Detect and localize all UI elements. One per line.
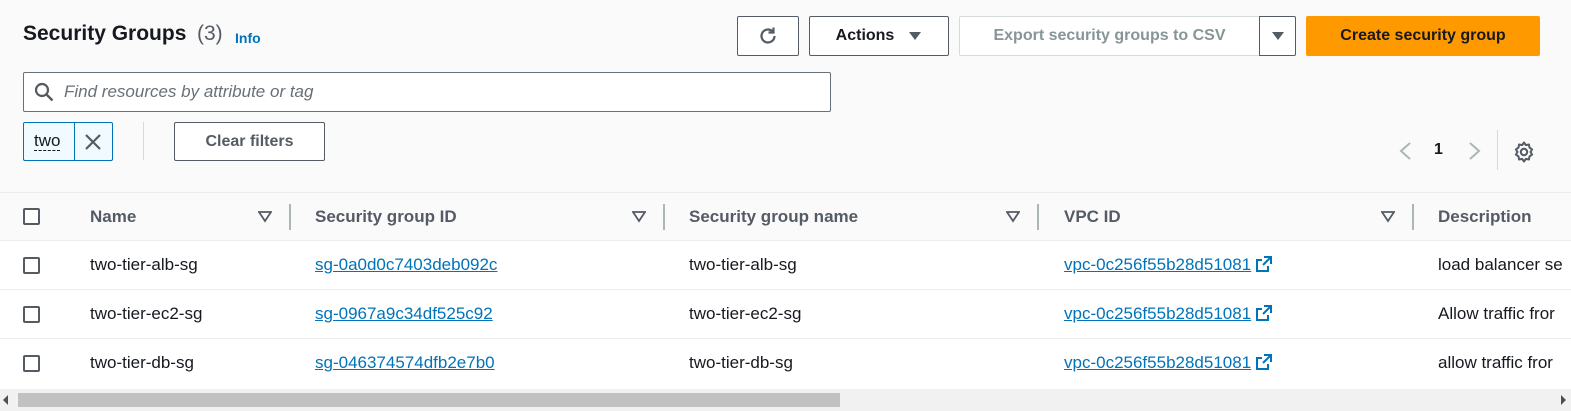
cell-group-name: two-tier-db-sg	[689, 353, 793, 372]
table-header: Name Security group ID Security group na…	[0, 193, 1571, 241]
cell-group-id-link[interactable]: sg-0a0d0c7403deb092c	[315, 255, 497, 275]
clear-filters-button[interactable]: Clear filters	[174, 122, 325, 161]
column-header-group-name[interactable]: Security group name	[689, 207, 858, 227]
table-row[interactable]: two-tier-db-sg sg-046374574dfb2e7b0 two-…	[0, 339, 1571, 388]
table-row[interactable]: two-tier-ec2-sg sg-0967a9c34df525c92 two…	[0, 290, 1571, 339]
horizontal-scrollbar[interactable]	[0, 389, 1571, 411]
cell-group-id-link[interactable]: sg-0967a9c34df525c92	[315, 304, 493, 324]
chevron-right-icon[interactable]	[1464, 140, 1484, 162]
scroll-right-arrow[interactable]	[1561, 395, 1566, 405]
cell-description: allow traffic fror	[1438, 353, 1553, 372]
table-row[interactable]: two-tier-alb-sg sg-0a0d0c7403deb092c two…	[0, 241, 1571, 290]
external-link-icon[interactable]	[1255, 304, 1273, 322]
item-count: (3)	[197, 22, 223, 45]
external-link-icon[interactable]	[1255, 353, 1273, 371]
search-icon	[34, 82, 54, 102]
scrollbar-thumb[interactable]	[18, 393, 840, 407]
cell-group-name: two-tier-ec2-sg	[689, 304, 802, 323]
column-header-vpc-id[interactable]: VPC ID	[1064, 207, 1121, 227]
cell-vpc-id-link[interactable]: vpc-0c256f55b28d51081	[1064, 255, 1251, 274]
external-link-icon[interactable]	[1255, 255, 1273, 273]
cell-vpc[interactable]: vpc-0c256f55b28d51081	[1064, 353, 1273, 373]
cell-name: two-tier-db-sg	[90, 353, 194, 372]
row-checkbox[interactable]	[23, 257, 40, 274]
cell-description: Allow traffic fror	[1438, 304, 1555, 323]
cell-name: two-tier-alb-sg	[90, 255, 198, 274]
export-dropdown-button[interactable]	[1259, 16, 1296, 56]
export-label: Export security groups to CSV	[993, 27, 1226, 44]
column-header-description[interactable]: Description	[1438, 207, 1532, 227]
create-label: Create security group	[1340, 27, 1506, 44]
actions-label: Actions	[835, 27, 895, 44]
page-header: Security Groups (3) Info Actions Export …	[0, 0, 1571, 192]
scroll-left-arrow[interactable]	[3, 395, 8, 405]
filter-divider	[143, 122, 144, 160]
sort-caret-icon[interactable]	[632, 211, 646, 223]
column-resizer[interactable]	[289, 204, 291, 230]
token-divider	[74, 122, 75, 161]
column-resizer[interactable]	[1037, 204, 1039, 230]
gear-icon[interactable]	[1512, 140, 1536, 164]
clear-filters-label: Clear filters	[205, 132, 294, 150]
cell-name: two-tier-ec2-sg	[90, 304, 203, 323]
column-resizer[interactable]	[1412, 204, 1414, 230]
filter-token-label[interactable]: two	[34, 132, 61, 151]
sort-caret-icon[interactable]	[1381, 211, 1395, 223]
cell-group-name: two-tier-alb-sg	[689, 255, 797, 274]
row-checkbox[interactable]	[23, 306, 40, 323]
cell-vpc[interactable]: vpc-0c256f55b28d51081	[1064, 304, 1273, 324]
cell-group-id-link[interactable]: sg-046374574dfb2e7b0	[315, 353, 495, 373]
row-checkbox[interactable]	[23, 355, 40, 372]
actions-button[interactable]: Actions	[809, 16, 949, 56]
column-header-group-id[interactable]: Security group ID	[315, 207, 457, 227]
page-number[interactable]: 1	[1434, 141, 1443, 159]
page-title: Security Groups	[23, 22, 187, 45]
close-icon[interactable]	[84, 133, 102, 151]
sort-caret-icon[interactable]	[258, 211, 272, 223]
search-input[interactable]	[64, 81, 814, 103]
caret-down-icon	[909, 32, 922, 40]
search-box[interactable]	[23, 72, 831, 112]
refresh-button[interactable]	[737, 16, 799, 56]
refresh-icon	[760, 27, 776, 44]
select-all-checkbox[interactable]	[23, 208, 40, 225]
cell-vpc-id-link[interactable]: vpc-0c256f55b28d51081	[1064, 353, 1251, 372]
cell-vpc-id-link[interactable]: vpc-0c256f55b28d51081	[1064, 304, 1251, 323]
create-security-group-button[interactable]: Create security group	[1306, 16, 1540, 56]
cell-vpc[interactable]: vpc-0c256f55b28d51081	[1064, 255, 1273, 275]
export-csv-button[interactable]: Export security groups to CSV	[959, 16, 1259, 56]
cell-description: load balancer se	[1438, 255, 1563, 274]
column-resizer[interactable]	[663, 204, 665, 230]
info-link[interactable]: Info	[235, 30, 261, 46]
column-header-name[interactable]: Name	[90, 207, 136, 227]
chevron-left-icon[interactable]	[1396, 140, 1416, 162]
sort-caret-icon[interactable]	[1006, 211, 1020, 223]
filter-token[interactable]: two	[23, 122, 113, 161]
pager-divider	[1497, 130, 1498, 170]
caret-down-icon	[1271, 32, 1284, 40]
security-groups-table: Name Security group ID Security group na…	[0, 192, 1571, 389]
